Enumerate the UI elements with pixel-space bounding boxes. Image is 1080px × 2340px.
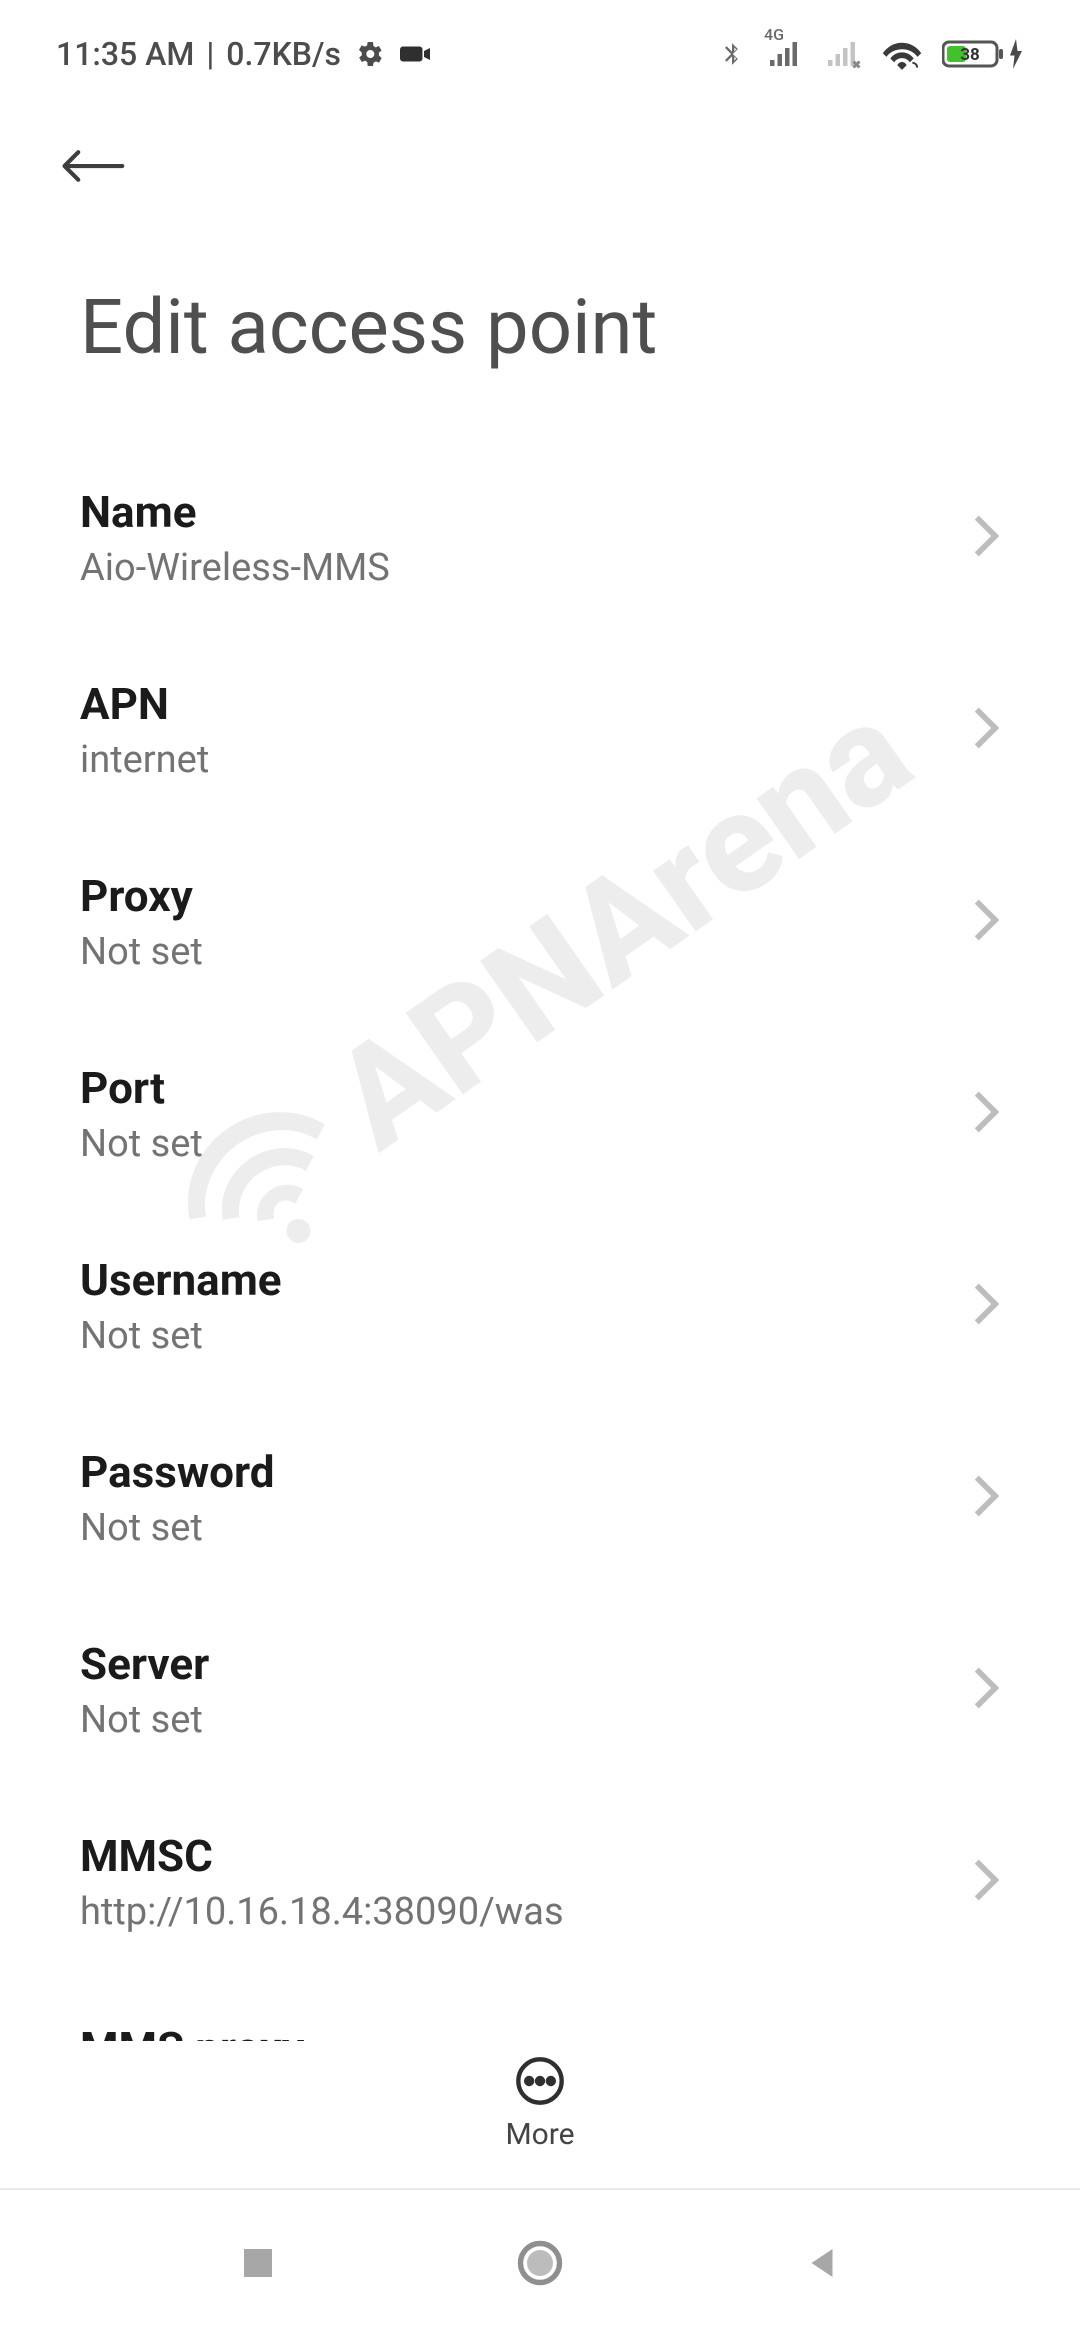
row-label: Password (80, 1446, 275, 1498)
more-label: More (505, 2117, 574, 2152)
bluetooth-icon (718, 37, 746, 71)
more-icon (514, 2055, 566, 2107)
row-value: internet (80, 738, 209, 782)
row-password[interactable]: Password Not set (80, 1402, 1000, 1594)
circle-icon (514, 2237, 566, 2289)
status-bar: 11:35 AM | 0.7KB/s 4G 38 (0, 0, 1080, 90)
row-server[interactable]: Server Not set (80, 1594, 1000, 1786)
row-mms-proxy[interactable]: MMS proxy 10.16.18.77 (80, 1978, 1000, 2041)
bottom-actions: More (0, 2041, 1080, 2190)
nav-home-button[interactable] (514, 2237, 566, 2293)
row-label: APN (80, 678, 209, 730)
chevron-right-icon (972, 705, 1000, 755)
square-icon (237, 2242, 279, 2284)
status-net-speed: 0.7KB/s (226, 35, 341, 73)
row-value: Not set (80, 1698, 209, 1742)
svg-text:38: 38 (960, 45, 980, 65)
row-value: http://10.16.18.4:38090/was (80, 1890, 564, 1934)
row-mmsc[interactable]: MMSC http://10.16.18.4:38090/was (80, 1786, 1000, 1978)
chevron-right-icon (972, 1281, 1000, 1331)
back-button[interactable] (56, 130, 128, 202)
camera-icon (397, 36, 433, 72)
row-value: Not set (80, 1506, 275, 1550)
triangle-left-icon (801, 2242, 843, 2284)
nav-back-button[interactable] (801, 2242, 843, 2288)
chevron-right-icon (972, 897, 1000, 947)
header (0, 90, 1080, 222)
nav-recent-button[interactable] (237, 2242, 279, 2288)
row-value: Not set (80, 1314, 282, 1358)
wifi-icon (882, 38, 922, 70)
row-name[interactable]: Name Aio-Wireless-MMS (80, 442, 1000, 634)
row-label: Server (80, 1638, 209, 1690)
row-label: Proxy (80, 870, 203, 922)
signal-4g-icon: 4G (766, 39, 804, 69)
back-arrow-icon (59, 144, 125, 188)
chevron-right-icon (972, 1473, 1000, 1523)
row-label: MMS proxy (80, 2022, 304, 2041)
row-value: Not set (80, 930, 203, 974)
status-time: 11:35 AM (56, 35, 194, 73)
status-right: 4G 38 (718, 37, 1024, 71)
row-value: Not set (80, 1122, 203, 1166)
chevron-right-icon (972, 1089, 1000, 1139)
status-sep: | (206, 35, 214, 73)
row-proxy[interactable]: Proxy Not set (80, 826, 1000, 1018)
chevron-right-icon (972, 1665, 1000, 1715)
row-label: Port (80, 1062, 203, 1114)
chevron-right-icon (972, 513, 1000, 563)
more-button[interactable]: More (505, 2055, 574, 2152)
status-left: 11:35 AM | 0.7KB/s (56, 35, 433, 73)
row-apn[interactable]: APN internet (80, 634, 1000, 826)
row-label: Name (80, 486, 390, 538)
row-username[interactable]: Username Not set (80, 1210, 1000, 1402)
page-title: Edit access point (0, 222, 1080, 442)
row-label: Username (80, 1254, 282, 1306)
row-port[interactable]: Port Not set (80, 1018, 1000, 1210)
row-value: Aio-Wireless-MMS (80, 546, 390, 590)
battery-icon: 38 (942, 39, 1024, 69)
signal-off-icon (824, 39, 862, 69)
settings-list: Name Aio-Wireless-MMS APN internet Proxy… (0, 442, 1080, 2041)
chevron-right-icon (972, 1857, 1000, 1907)
settings-icon (353, 38, 385, 70)
row-label: MMSC (80, 1830, 564, 1882)
nav-bar (0, 2190, 1080, 2340)
